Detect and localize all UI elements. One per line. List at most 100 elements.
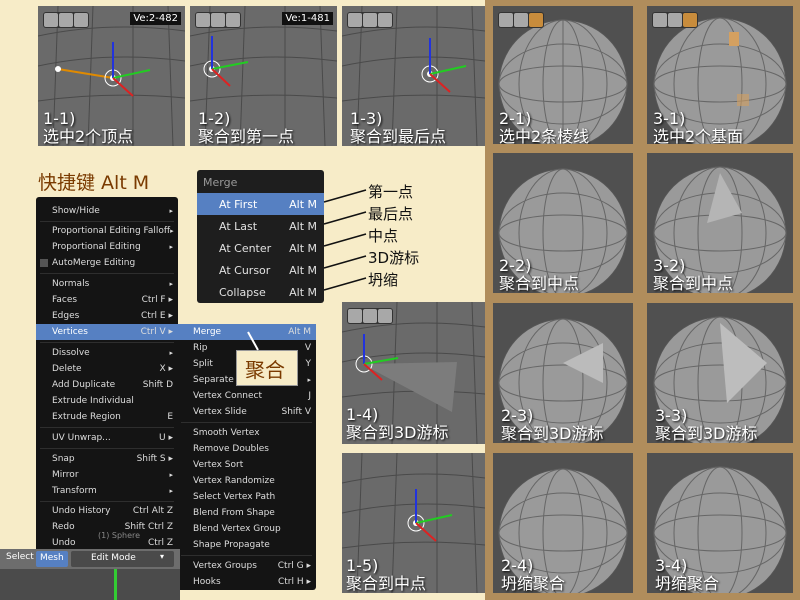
label-last-point: 最后点 bbox=[368, 205, 414, 223]
submenu-blend-from-shape[interactable]: Blend From Shape bbox=[177, 505, 316, 521]
view-buttons[interactable] bbox=[652, 12, 698, 28]
merge-collapse[interactable]: Collapse Alt M bbox=[197, 281, 324, 303]
version-readout: Ve:1-481 bbox=[282, 12, 333, 25]
submenu-smooth-vertex[interactable]: Smooth Vertex bbox=[177, 425, 316, 441]
submenu-vertex-groups[interactable]: Vertex Groups Ctrl G ▸ bbox=[177, 558, 316, 574]
menu-vertices[interactable]: Vertices Ctrl V ▸ bbox=[36, 324, 178, 340]
caption-text: 选中2个基面 bbox=[653, 127, 744, 145]
caption-text: 选中2条棱线 bbox=[499, 127, 590, 145]
viewport-panel-2-4[interactable]: 2-4) 坍缩聚合 bbox=[493, 453, 633, 593]
menu-extrude-region[interactable]: Extrude Region E bbox=[36, 409, 178, 425]
version-readout: Ve:2-482 bbox=[130, 12, 181, 25]
viewport-panel-2-1[interactable]: 2-1) 选中2条棱线 bbox=[493, 6, 633, 144]
menu-automerge[interactable]: AutoMerge Editing bbox=[36, 255, 178, 271]
caption-num: 1-4) bbox=[346, 405, 379, 424]
view-buttons[interactable] bbox=[43, 12, 89, 28]
shortcut-title: 快捷键 Alt M bbox=[38, 172, 150, 194]
caption-num: 1-3) bbox=[350, 109, 383, 128]
caption-num: 1-1) bbox=[43, 109, 76, 128]
view-buttons[interactable] bbox=[195, 12, 241, 28]
merge-at-center[interactable]: At Center Alt M bbox=[197, 237, 324, 259]
caption-num: 2-4) bbox=[501, 556, 534, 575]
merge-header: Merge bbox=[203, 176, 238, 189]
select-menu[interactable]: Select bbox=[6, 552, 34, 562]
label-first-point: 第一点 bbox=[368, 183, 414, 201]
merge-at-first[interactable]: At First Alt M bbox=[197, 193, 324, 215]
menu-uv-unwrap[interactable]: UV Unwrap... U ▸ bbox=[36, 430, 178, 446]
caption-num: 2-2) bbox=[499, 256, 532, 275]
caption-num: 3-4) bbox=[655, 556, 688, 575]
merge-at-last[interactable]: At Last Alt M bbox=[197, 215, 324, 237]
viewport-panel-1-4[interactable]: 1-4) 聚合到3D游标 bbox=[342, 302, 485, 444]
viewport-panel-1-2[interactable]: Ve:1-481 1-2) 聚合到第一点 bbox=[190, 6, 337, 146]
viewport-panel-3-1[interactable]: 3-1) 选中2个基面 bbox=[647, 6, 793, 144]
submenu-vertex-slide[interactable]: Vertex Slide Shift V bbox=[177, 404, 316, 420]
label-collapse: 坍缩 bbox=[368, 271, 399, 289]
submenu-vertex-randomize[interactable]: Vertex Randomize bbox=[177, 473, 316, 489]
menu-prop-editing[interactable]: Proportional Editing ▸ bbox=[36, 239, 178, 255]
viewport-panel-3-4[interactable]: 3-4) 坍缩聚合 bbox=[647, 453, 793, 593]
caption-text: 聚合到中点 bbox=[653, 274, 734, 293]
menu-undo-history[interactable]: Undo History Ctrl Alt Z bbox=[36, 503, 178, 519]
caption-text: 聚合到3D游标 bbox=[655, 424, 758, 443]
submenu-blend-vertex-group[interactable]: Blend Vertex Group bbox=[177, 521, 316, 537]
merge-at-cursor[interactable]: At Cursor Alt M bbox=[197, 259, 324, 281]
menu-add-duplicate[interactable]: Add Duplicate Shift D bbox=[36, 377, 178, 393]
mesh-menu-button[interactable]: Mesh bbox=[36, 551, 68, 567]
submenu-vertex-sort[interactable]: Vertex Sort bbox=[177, 457, 316, 473]
view-buttons[interactable] bbox=[347, 12, 393, 28]
menu-dissolve[interactable]: Dissolve ▸ bbox=[36, 345, 178, 361]
caption-text: 聚合到第一点 bbox=[198, 127, 295, 146]
chevron-down-icon: ▾ bbox=[160, 552, 165, 561]
submenu-shape-propagate[interactable]: Shape Propagate bbox=[177, 537, 316, 553]
viewport-panel-3-2[interactable]: 3-2) 聚合到中点 bbox=[647, 153, 793, 293]
menu-mirror[interactable]: Mirror ▸ bbox=[36, 467, 178, 483]
caption-text: 聚合到中点 bbox=[499, 274, 580, 293]
viewport-panel-1-3[interactable]: 1-3) 聚合到最后点 bbox=[342, 6, 485, 146]
mesh-menu: Show/Hide ▸ Proportional Editing Falloff ▸… bbox=[36, 197, 178, 553]
menu-prop-falloff[interactable]: Proportional Editing Falloff ▸ bbox=[36, 223, 178, 239]
caption-text: 聚合到3D游标 bbox=[346, 423, 449, 442]
caption-text: 聚合到最后点 bbox=[350, 127, 447, 146]
menu-faces[interactable]: Faces Ctrl F ▸ bbox=[36, 292, 178, 308]
submenu-vertex-connect[interactable]: Vertex Connect J bbox=[177, 388, 316, 404]
caption-num: 2-1) bbox=[499, 109, 532, 128]
caption-text: 聚合到3D游标 bbox=[501, 424, 604, 443]
mode-selector[interactable]: Edit Mode bbox=[71, 551, 174, 567]
viewport-panel-2-3[interactable]: 2-3) 聚合到3D游标 bbox=[493, 303, 633, 443]
caption-text: 坍缩聚合 bbox=[501, 574, 566, 593]
view-buttons[interactable] bbox=[347, 308, 393, 324]
viewport-panel-1-1[interactable]: Ve:2-482 1-1) 选中2个顶点 bbox=[38, 6, 185, 146]
label-3d-cursor: 3D游标 bbox=[368, 249, 420, 267]
timeline-strip bbox=[0, 569, 180, 600]
merge-callout: 聚合 bbox=[236, 350, 298, 386]
submenu-hooks[interactable]: Hooks Ctrl H ▸ bbox=[177, 574, 316, 590]
caption-num: 1-5) bbox=[346, 556, 379, 575]
merge-popup: Merge At First Alt M At Last Alt M At Cent… bbox=[197, 170, 324, 303]
viewport-panel-2-2[interactable]: 2-2) 聚合到中点 bbox=[493, 153, 633, 293]
submenu-remove-doubles[interactable]: Remove Doubles bbox=[177, 441, 316, 457]
connector-lines bbox=[323, 189, 367, 291]
view-buttons[interactable] bbox=[498, 12, 544, 28]
caption-num: 2-3) bbox=[501, 406, 534, 425]
caption-num: 3-1) bbox=[653, 109, 686, 128]
caption-text: 坍缩聚合 bbox=[655, 574, 720, 593]
menu-edges[interactable]: Edges Ctrl E ▸ bbox=[36, 308, 178, 324]
label-center: 中点 bbox=[368, 227, 399, 245]
object-name: (1) Sphere bbox=[98, 531, 141, 540]
menu-show-hide[interactable]: Show/Hide ▸ bbox=[36, 203, 178, 219]
menu-transform[interactable]: Transform ▸ bbox=[36, 483, 178, 499]
status-bar: Select Mesh Edit Mode ▾ bbox=[0, 549, 180, 569]
menu-extrude-individual[interactable]: Extrude Individual bbox=[36, 393, 178, 409]
caption-num: 3-3) bbox=[655, 406, 688, 425]
menu-snap[interactable]: Snap Shift S ▸ bbox=[36, 451, 178, 467]
caption-text: 聚合到中点 bbox=[346, 574, 427, 593]
viewport-panel-1-5[interactable]: 1-5) 聚合到中点 bbox=[342, 453, 485, 593]
menu-normals[interactable]: Normals ▸ bbox=[36, 276, 178, 292]
caption-text: 选中2个顶点 bbox=[43, 127, 134, 146]
callout-pointer bbox=[247, 331, 259, 351]
caption-num: 3-2) bbox=[653, 256, 686, 275]
menu-delete[interactable]: Delete X ▸ bbox=[36, 361, 178, 377]
viewport-panel-3-3[interactable]: 3-3) 聚合到3D游标 bbox=[647, 303, 793, 443]
submenu-select-vertex-path[interactable]: Select Vertex Path bbox=[177, 489, 316, 505]
